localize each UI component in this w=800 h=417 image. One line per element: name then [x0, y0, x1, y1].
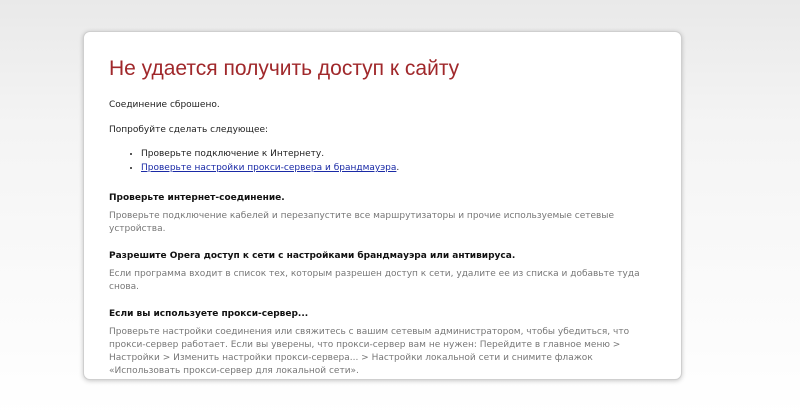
connection-reset-message: Соединение сброшено.: [109, 100, 220, 110]
section-title: Если вы используете прокси-сервер...: [109, 309, 309, 319]
page-title: Не удается получить доступ к сайту: [109, 57, 460, 80]
suggestion-check-proxy: Проверьте настройки прокси-сервера и бра…: [141, 161, 657, 175]
try-following-label: Попробуйте сделать следующее:: [109, 125, 269, 135]
section-body: Если программа входит в список тех, кото…: [109, 269, 640, 292]
section-title: Разрешите Opera доступ к сети с настройк…: [109, 251, 516, 261]
suggestion-text: Проверьте подключение к Интернету.: [141, 149, 325, 159]
section-proxy-server: Если вы используете прокси-сервер... Про…: [109, 308, 657, 378]
section-body: Проверьте настройки соединения или свяжи…: [109, 327, 630, 376]
check-proxy-firewall-link[interactable]: Проверьте настройки прокси-сервера и бра…: [141, 163, 396, 173]
suggestions-list: Проверьте подключение к Интернету. Прове…: [109, 147, 657, 175]
suggestion-check-connection: Проверьте подключение к Интернету.: [141, 147, 657, 161]
suggestion-suffix: .: [396, 163, 400, 173]
section-firewall-antivirus: Разрешите Opera доступ к сети с настройк…: [109, 250, 657, 294]
section-internet-connection: Проверьте интернет-соединение. Проверьте…: [109, 192, 657, 236]
section-body: Проверьте подключение кабелей и перезапу…: [109, 211, 615, 234]
section-title: Проверьте интернет-соединение.: [109, 193, 285, 203]
error-card: Не удается получить доступ к сайту Соеди…: [83, 31, 682, 380]
